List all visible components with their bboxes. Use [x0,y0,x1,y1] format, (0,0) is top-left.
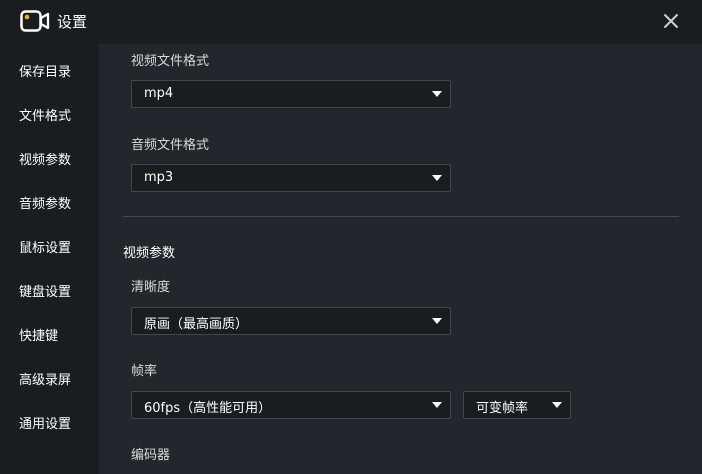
sidebar-item-label: 键盘设置 [19,285,72,300]
video-params-title: 视频参数 [123,246,176,261]
sidebar-item-label: 通用设置 [19,417,72,432]
encoder-label: 编码器 [131,448,171,463]
close-button[interactable] [658,10,684,34]
clarity-select[interactable]: 原画（最高画质） [131,307,451,335]
audio-format-select[interactable]: mp3 [131,164,451,192]
sidebar-item-save-directory[interactable]: 保存目录 [0,55,99,85]
chevron-down-icon [432,402,442,408]
sidebar-item-file-format[interactable]: 文件格式 [0,99,99,129]
chevron-down-icon [432,91,442,97]
settings-sidebar: 保存目录 文件格式 视频参数 音频参数 鼠标设置 键盘设置 快捷键 高级录屏 通… [0,44,99,474]
close-icon [664,14,678,28]
sidebar-item-label: 视频参数 [19,153,72,168]
audio-format-label: 音频文件格式 [131,138,210,153]
title-bar: 设置 [0,0,702,44]
sidebar-item-general-settings[interactable]: 通用设置 [0,407,99,437]
sidebar-item-label: 快捷键 [19,329,59,344]
settings-content: 视频文件格式 mp4 音频文件格式 mp3 视频参数 清晰度 原画（最高画质） … [99,44,702,474]
sidebar-item-mouse-settings[interactable]: 鼠标设置 [0,231,99,261]
chevron-down-icon [552,402,562,408]
sidebar-item-label: 高级录屏 [19,373,72,388]
video-format-value: mp4 [144,86,174,101]
window-title: 设置 [57,13,88,31]
video-format-select[interactable]: mp4 [131,80,451,108]
clarity-label: 清晰度 [131,280,171,295]
sidebar-item-audio-params[interactable]: 音频参数 [0,187,99,217]
clarity-value: 原画（最高画质） [144,317,249,332]
framerate-mode-value: 可变帧率 [476,401,529,416]
framerate-label: 帧率 [131,364,158,379]
sidebar-item-label: 保存目录 [19,65,72,80]
sidebar-item-video-params[interactable]: 视频参数 [0,143,99,173]
video-camera-icon [20,10,50,32]
framerate-select[interactable]: 60fps（高性能可用） [131,391,451,419]
section-divider [123,216,679,217]
chevron-down-icon [432,318,442,324]
sidebar-item-advanced-recording[interactable]: 高级录屏 [0,363,99,393]
sidebar-item-label: 音频参数 [19,197,72,212]
sidebar-item-keyboard-settings[interactable]: 键盘设置 [0,275,99,305]
video-format-label: 视频文件格式 [131,54,210,69]
audio-format-value: mp3 [144,170,174,185]
framerate-value: 60fps（高性能可用） [144,401,272,416]
sidebar-item-label: 文件格式 [19,109,72,124]
sidebar-item-label: 鼠标设置 [19,241,72,256]
framerate-mode-select[interactable]: 可变帧率 [463,391,571,419]
chevron-down-icon [432,175,442,181]
sidebar-item-hotkeys[interactable]: 快捷键 [0,319,99,349]
